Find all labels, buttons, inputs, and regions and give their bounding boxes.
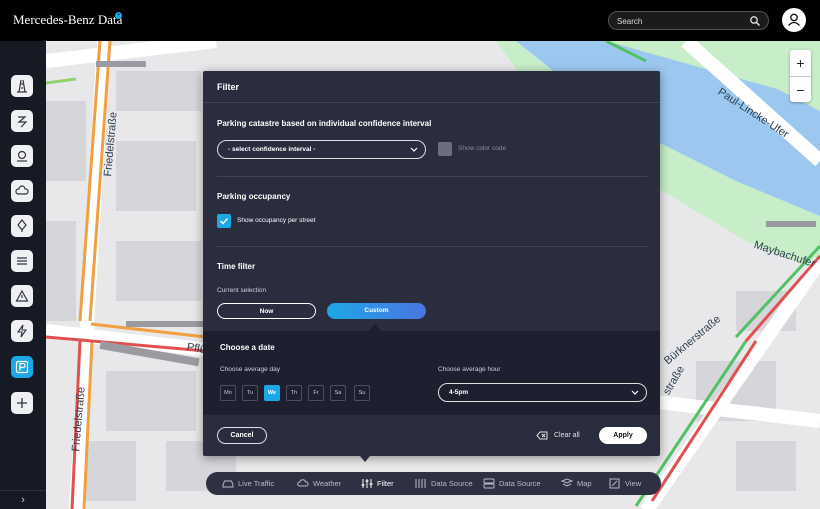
- pin-icon: [17, 219, 27, 232]
- sidebar-item-warning[interactable]: [11, 285, 33, 307]
- database-icon: [483, 478, 495, 489]
- view-icon: [609, 478, 620, 489]
- search-input[interactable]: [617, 15, 747, 27]
- plus-icon: [17, 398, 27, 408]
- cancel-button[interactable]: Cancel: [217, 427, 267, 444]
- confidence-interval-select[interactable]: - select confidence interval -: [217, 140, 426, 159]
- filter-icon: [361, 479, 373, 488]
- layers-icon: [17, 257, 27, 265]
- panel-caret: [369, 324, 381, 331]
- search-box[interactable]: [608, 11, 769, 30]
- chevron-down-icon: [631, 390, 639, 395]
- dialog-title: Filter: [217, 82, 240, 92]
- zoom-out-button[interactable]: −: [790, 76, 811, 102]
- occupancy-section-title: Parking occupancy: [217, 192, 291, 201]
- sidebar-item-pin[interactable]: [11, 215, 33, 237]
- warning-icon: [15, 289, 29, 302]
- user-avatar[interactable]: [782, 8, 806, 32]
- search-icon[interactable]: [749, 15, 761, 27]
- select-value: - select confidence interval -: [228, 146, 316, 153]
- location-icon: [17, 150, 27, 162]
- top-bar: Mercedes-Benz Data +: [0, 0, 820, 41]
- cloud-icon: [15, 185, 29, 195]
- date-panel: Choose a date Choose average day Choose …: [203, 331, 660, 415]
- sidebar-item-layers[interactable]: [11, 250, 33, 272]
- toolbar-label: Map: [577, 479, 592, 488]
- road-icon: [17, 79, 27, 93]
- toolbar-label: Live Traffic: [238, 479, 275, 488]
- custom-toggle[interactable]: Custom: [327, 303, 426, 319]
- date-panel-title: Choose a date: [220, 343, 275, 352]
- clear-all-label: Clear all: [554, 432, 580, 439]
- current-selection-label: Current selection: [217, 287, 267, 294]
- day-button[interactable]: Su: [354, 385, 370, 401]
- color-code-label: Show color code: [458, 145, 507, 152]
- day-button[interactable]: Mo: [220, 385, 236, 401]
- sidebar-item-location[interactable]: [11, 145, 33, 167]
- day-label: Choose average day: [220, 366, 280, 373]
- sliders-icon: [415, 479, 426, 488]
- zoom-control: + −: [790, 50, 811, 102]
- route-icon: [17, 116, 28, 128]
- map-icon: [561, 478, 573, 487]
- day-button[interactable]: Sa: [330, 385, 346, 401]
- checkmark-icon: [220, 218, 229, 225]
- sidebar-item-weather[interactable]: [11, 180, 33, 202]
- toolbar-label: Data Source: [499, 479, 541, 488]
- toolbar-label: Weather: [313, 479, 342, 488]
- sidebar-item-lightning[interactable]: [11, 320, 33, 342]
- hour-label: Choose average hour: [438, 366, 501, 373]
- filter-dialog: Filter Parking catastre based on individ…: [203, 71, 660, 456]
- sidebar-item-route[interactable]: [11, 110, 33, 132]
- day-button[interactable]: Tu: [242, 385, 258, 401]
- brand-logo: Mercedes-Benz Data: [13, 12, 123, 27]
- hour-select-value: 4-5pm: [449, 389, 469, 396]
- occupancy-checkbox[interactable]: [217, 214, 231, 228]
- hour-select[interactable]: 4-5pm: [438, 383, 647, 402]
- bottom-toolbar: Live Traffic Weather Filter Data Source …: [206, 472, 661, 495]
- occupancy-checkbox-label: Show occupancy per street: [237, 217, 316, 224]
- brand-badge-icon: +: [115, 12, 122, 19]
- catastre-section-title: Parking catastre based on individual con…: [217, 119, 432, 128]
- sidebar-item-road[interactable]: [11, 75, 33, 97]
- toolbar-label: Data Source: [431, 479, 473, 488]
- sidebar: ›: [0, 41, 46, 509]
- sidebar-item-add[interactable]: [11, 392, 33, 414]
- toolbar-label: View: [625, 479, 642, 488]
- weather-icon: [297, 479, 309, 487]
- chevron-down-icon: [410, 147, 418, 152]
- divider: [217, 176, 647, 177]
- color-code-checkbox[interactable]: [438, 142, 452, 156]
- day-button-selected[interactable]: We: [264, 385, 280, 401]
- sidebar-item-parking[interactable]: [11, 356, 33, 378]
- divider: [217, 246, 647, 247]
- divider: [203, 102, 660, 103]
- apply-button[interactable]: Apply: [599, 427, 647, 444]
- sidebar-expand-button[interactable]: ›: [0, 490, 46, 509]
- now-toggle[interactable]: Now: [217, 303, 316, 319]
- user-icon: [788, 13, 800, 26]
- zoom-in-button[interactable]: +: [790, 50, 811, 76]
- toolbar-label: Filter: [377, 479, 394, 488]
- lightning-icon: [16, 324, 28, 338]
- day-button[interactable]: Fr: [308, 385, 324, 401]
- toolbar-caret: [360, 456, 370, 462]
- clear-icon: [536, 431, 548, 440]
- time-filter-title: Time filter: [217, 262, 256, 271]
- parking-icon: [15, 360, 29, 374]
- day-button[interactable]: Th: [286, 385, 302, 401]
- car-icon: [222, 480, 234, 488]
